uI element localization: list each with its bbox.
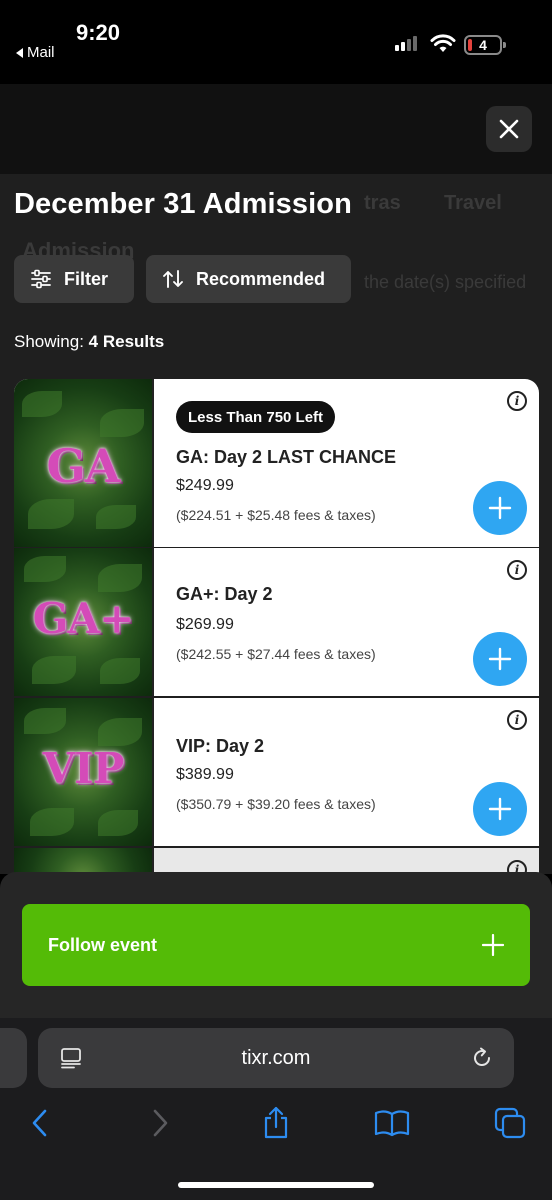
ticket-price: $269.99 bbox=[176, 616, 234, 633]
add-ticket-button[interactable] bbox=[473, 481, 527, 535]
book-icon bbox=[374, 1110, 410, 1137]
results-count: Showing: 4 Results bbox=[14, 332, 164, 352]
home-indicator bbox=[178, 1182, 374, 1188]
add-ticket-button[interactable] bbox=[473, 632, 527, 686]
chevron-right-icon bbox=[153, 1109, 168, 1137]
page-title: December 31 Admission bbox=[14, 188, 352, 220]
showing-value: 4 Results bbox=[88, 332, 165, 351]
back-to-mail-link[interactable]: Mail bbox=[16, 44, 55, 61]
filter-button[interactable]: Filter bbox=[14, 255, 134, 303]
status-bar: 9:20 Mail 4 bbox=[0, 0, 552, 84]
filter-label: Filter bbox=[64, 268, 109, 289]
tabs-icon bbox=[494, 1107, 526, 1139]
plus-icon bbox=[488, 647, 512, 671]
sort-button[interactable]: Recommended bbox=[146, 255, 351, 303]
ticket-image-text: VIP bbox=[42, 744, 125, 793]
background-tab-extras: tras bbox=[364, 192, 401, 214]
reload-icon[interactable] bbox=[470, 1046, 494, 1070]
close-icon bbox=[499, 119, 519, 139]
chevron-left-icon bbox=[32, 1109, 47, 1137]
ticket-price: $389.99 bbox=[176, 766, 234, 783]
ticket-name: GA+: Day 2 bbox=[176, 584, 273, 604]
showing-label: Showing: bbox=[14, 332, 84, 351]
back-to-mail-label: Mail bbox=[27, 44, 55, 61]
ticket-image-text: GA+ bbox=[32, 594, 135, 643]
ticket-selection-panel: tras Travel Admission the date(s) specif… bbox=[0, 174, 552, 874]
ticket-image-ga-plus: GA+ bbox=[14, 548, 152, 696]
forward-button[interactable] bbox=[142, 1106, 178, 1140]
ticket-card: VIP VIP: Day 2 $389.99 ($350.79 + $39.20… bbox=[14, 698, 539, 846]
ticket-image bbox=[14, 848, 152, 874]
bookmarks-button[interactable] bbox=[374, 1106, 410, 1140]
info-icon[interactable]: i bbox=[507, 560, 527, 580]
sliders-icon bbox=[31, 269, 51, 289]
ticket-image-text: GA bbox=[46, 439, 121, 493]
follow-event-button[interactable]: Follow event bbox=[22, 904, 530, 986]
ticket-image-ga: GA bbox=[14, 379, 152, 547]
battery-level: 4 bbox=[479, 37, 487, 53]
share-icon bbox=[264, 1106, 288, 1139]
availability-badge: Less Than 750 Left bbox=[176, 401, 336, 433]
ticket-name: GA: Day 2 LAST CHANCE bbox=[176, 447, 397, 467]
plus-icon bbox=[488, 496, 512, 520]
url-text: tixr.com bbox=[241, 1046, 311, 1069]
plus-icon bbox=[482, 934, 504, 956]
cellular-signal-icon bbox=[395, 36, 417, 51]
ticket-name: VIP: Day 2 bbox=[176, 736, 265, 756]
info-icon[interactable]: i bbox=[507, 710, 527, 730]
back-arrow-icon bbox=[16, 47, 23, 58]
address-bar[interactable]: tixr.com bbox=[38, 1028, 514, 1088]
share-button[interactable] bbox=[258, 1106, 294, 1140]
sort-label: Recommended bbox=[196, 268, 326, 289]
back-button[interactable] bbox=[22, 1106, 58, 1140]
ticket-card: GA Less Than 750 Left GA: Day 2 LAST CHA… bbox=[14, 379, 539, 547]
tabs-button[interactable] bbox=[492, 1106, 528, 1140]
follow-event-label: Follow event bbox=[48, 934, 158, 955]
ticket-price: $249.99 bbox=[176, 477, 234, 494]
info-icon[interactable]: i bbox=[507, 391, 527, 411]
previous-tab-preview[interactable] bbox=[0, 1028, 27, 1088]
ticket-card: i bbox=[14, 848, 539, 874]
battery-icon: 4 bbox=[464, 35, 506, 55]
reader-icon[interactable] bbox=[60, 1047, 82, 1069]
background-note: the date(s) specified bbox=[364, 272, 527, 292]
ticket-fees: ($350.79 + $39.20 fees & taxes) bbox=[176, 796, 376, 812]
background-tab-travel: Travel bbox=[444, 192, 502, 214]
ticket-fees: ($224.51 + $25.48 fees & taxes) bbox=[176, 507, 376, 523]
add-ticket-button[interactable] bbox=[473, 782, 527, 836]
modal-top-bar bbox=[0, 84, 552, 174]
ticket-image-vip: VIP bbox=[14, 698, 152, 846]
ticket-fees: ($242.55 + $27.44 fees & taxes) bbox=[176, 646, 376, 662]
wifi-icon bbox=[430, 34, 456, 52]
close-button[interactable] bbox=[486, 106, 532, 152]
status-time: 9:20 bbox=[76, 20, 121, 45]
sort-arrows-icon bbox=[163, 270, 183, 288]
plus-icon bbox=[488, 797, 512, 821]
ticket-card: GA+ GA+: Day 2 $269.99 ($242.55 + $27.44… bbox=[14, 548, 539, 696]
